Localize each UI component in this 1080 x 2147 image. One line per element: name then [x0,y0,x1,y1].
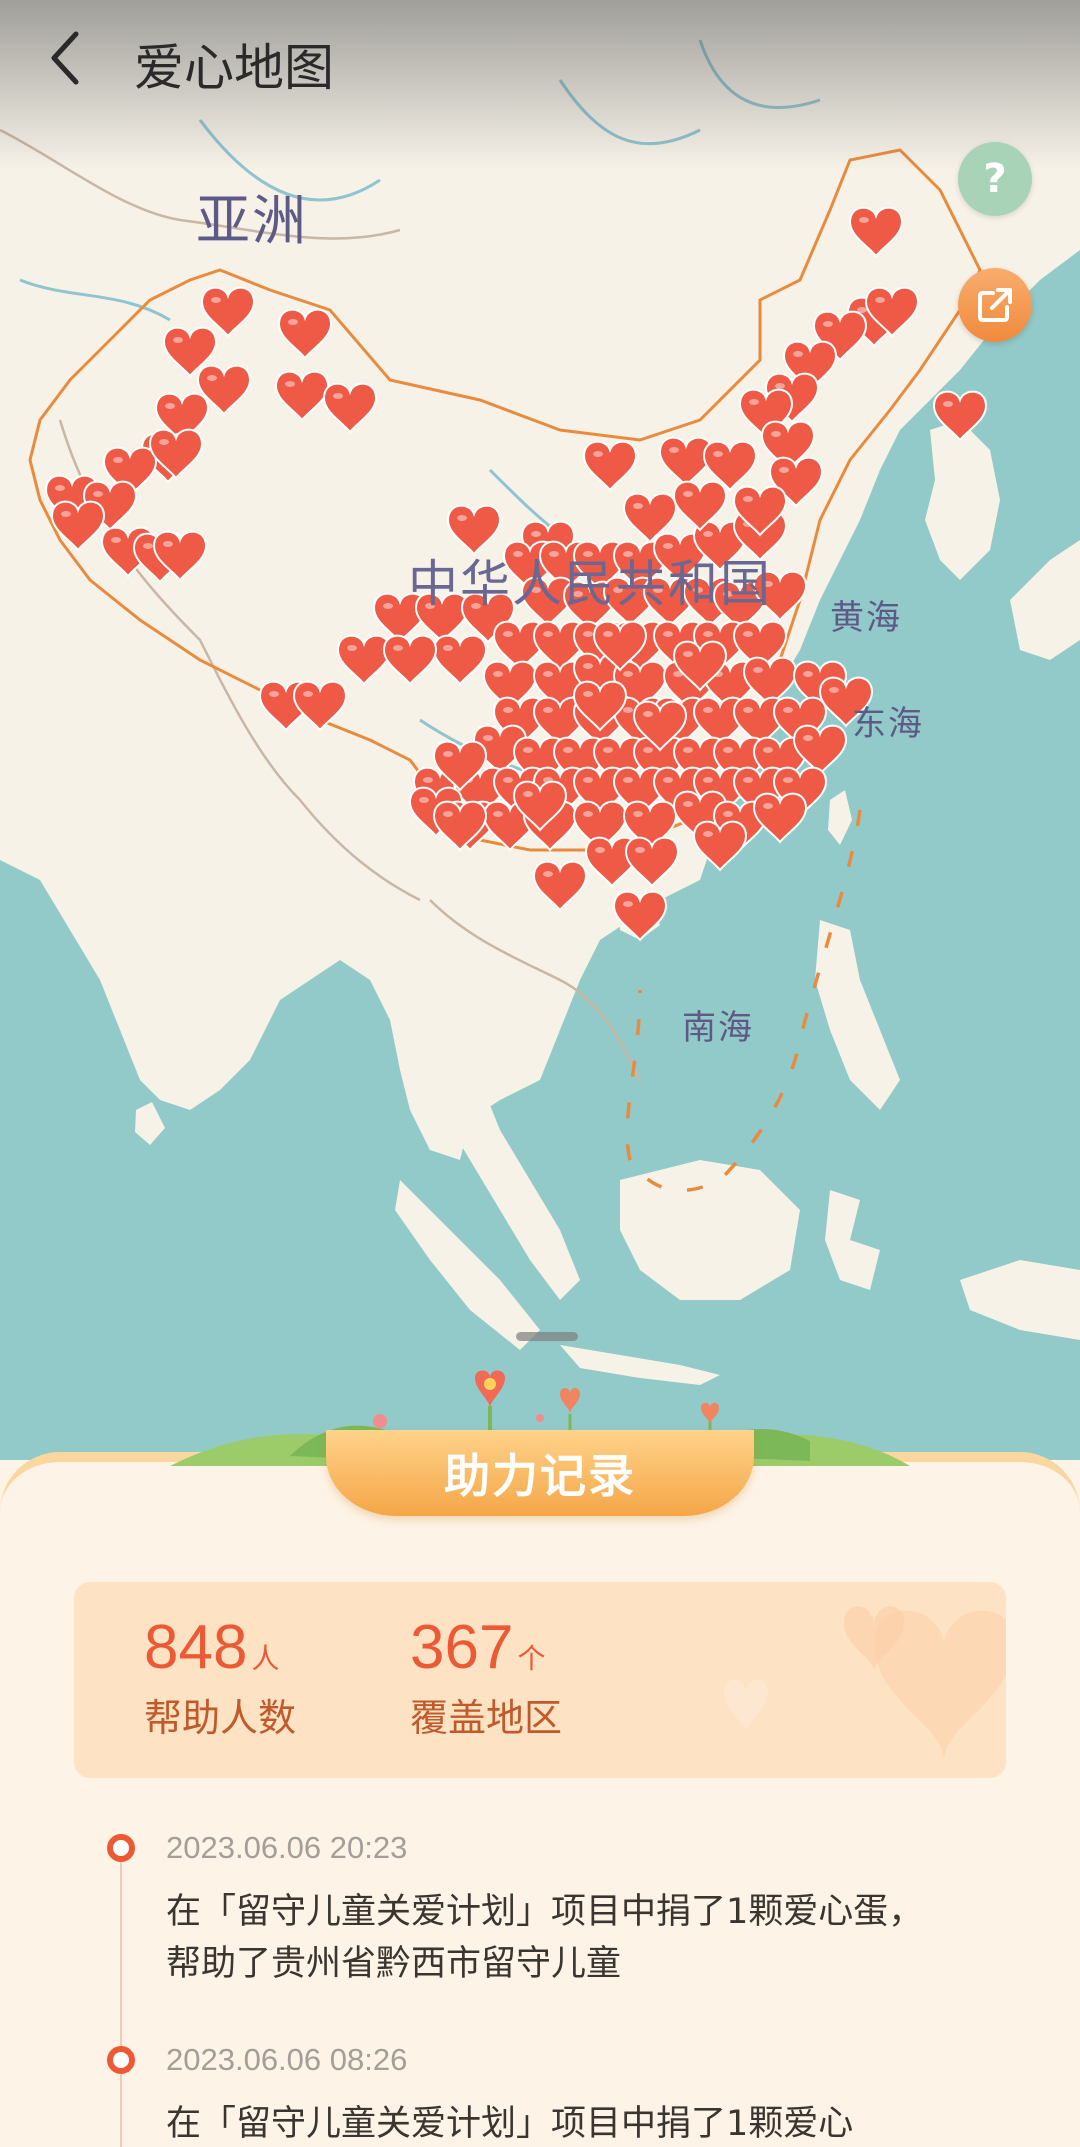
record-tab[interactable]: 助力记录 [326,1430,754,1516]
heart-marker [322,382,378,434]
record-tab-label: 助力记录 [444,1449,636,1503]
record-time: 2023.06.06 20:23 [166,1830,408,1865]
record-text: 在「留守儿童关爱计划」项目中捐了1颗爱心 [166,2104,854,2144]
map-label-yellow-sea: 黄海 [830,598,902,638]
timeline-dot [107,2046,135,2074]
timeline-line [120,1862,122,2147]
heart-marker [752,792,808,844]
back-button[interactable] [38,26,94,90]
share-button[interactable] [958,268,1032,342]
map-label-east-sea: 东海 [852,704,924,744]
stat-regions: 367 个 覆盖地区 [410,1612,562,1742]
heart-marker [432,634,488,686]
heart-marker [672,480,728,532]
heart-marker [612,890,668,942]
map-label-asia: 亚洲 [196,189,308,252]
heart-marker [274,370,330,422]
stat-helped-unit: 人 [251,1642,280,1675]
heart-marker [292,680,348,732]
stat-regions-unit: 个 [517,1642,546,1675]
heart-marker [792,724,848,776]
heart-marker [532,860,588,912]
map-label-china: 中华人民共和国 [408,555,772,613]
stat-helped: 848 人 帮助人数 [144,1612,296,1742]
help-button[interactable]: ? [958,142,1032,216]
question-icon: ? [983,156,1007,202]
record-text: 在「留守儿童关爱计划」项目中捐了1颗爱心蛋，帮助了贵州省黔西市留守儿童 [166,1892,924,1984]
timeline-dot [107,1834,135,1862]
stat-regions-label: 覆盖地区 [410,1696,563,1740]
map-label-south-sea: 南海 [682,1008,754,1048]
record-panel [0,1452,1080,2147]
heart-marker [692,820,748,872]
love-map[interactable]: 亚洲 中华人民共和国 黄海 东海 南海 [0,0,1080,1460]
heart-marker [932,390,988,442]
heart-marker [382,634,438,686]
heart-marker [277,308,333,360]
stat-helped-value: 848 [144,1613,248,1682]
heart-marker [50,500,106,552]
heart-marker [336,634,392,686]
heart-marker [624,836,680,888]
drag-handle[interactable] [516,1332,578,1341]
heart-marker [848,206,904,258]
share-icon [978,288,1012,322]
stat-helped-label: 帮助人数 [144,1696,297,1740]
top-bar: 爱心地图 [0,0,1080,118]
stat-regions-value: 367 [410,1613,514,1682]
page-title: 爱心地图 [134,39,334,97]
stats-card: 848 人 帮助人数 367 个 覆盖地区 [74,1582,1006,1778]
record-time: 2023.06.06 08:26 [166,2042,408,2077]
chevron-left-icon [51,31,79,85]
heart-marker [582,440,638,492]
